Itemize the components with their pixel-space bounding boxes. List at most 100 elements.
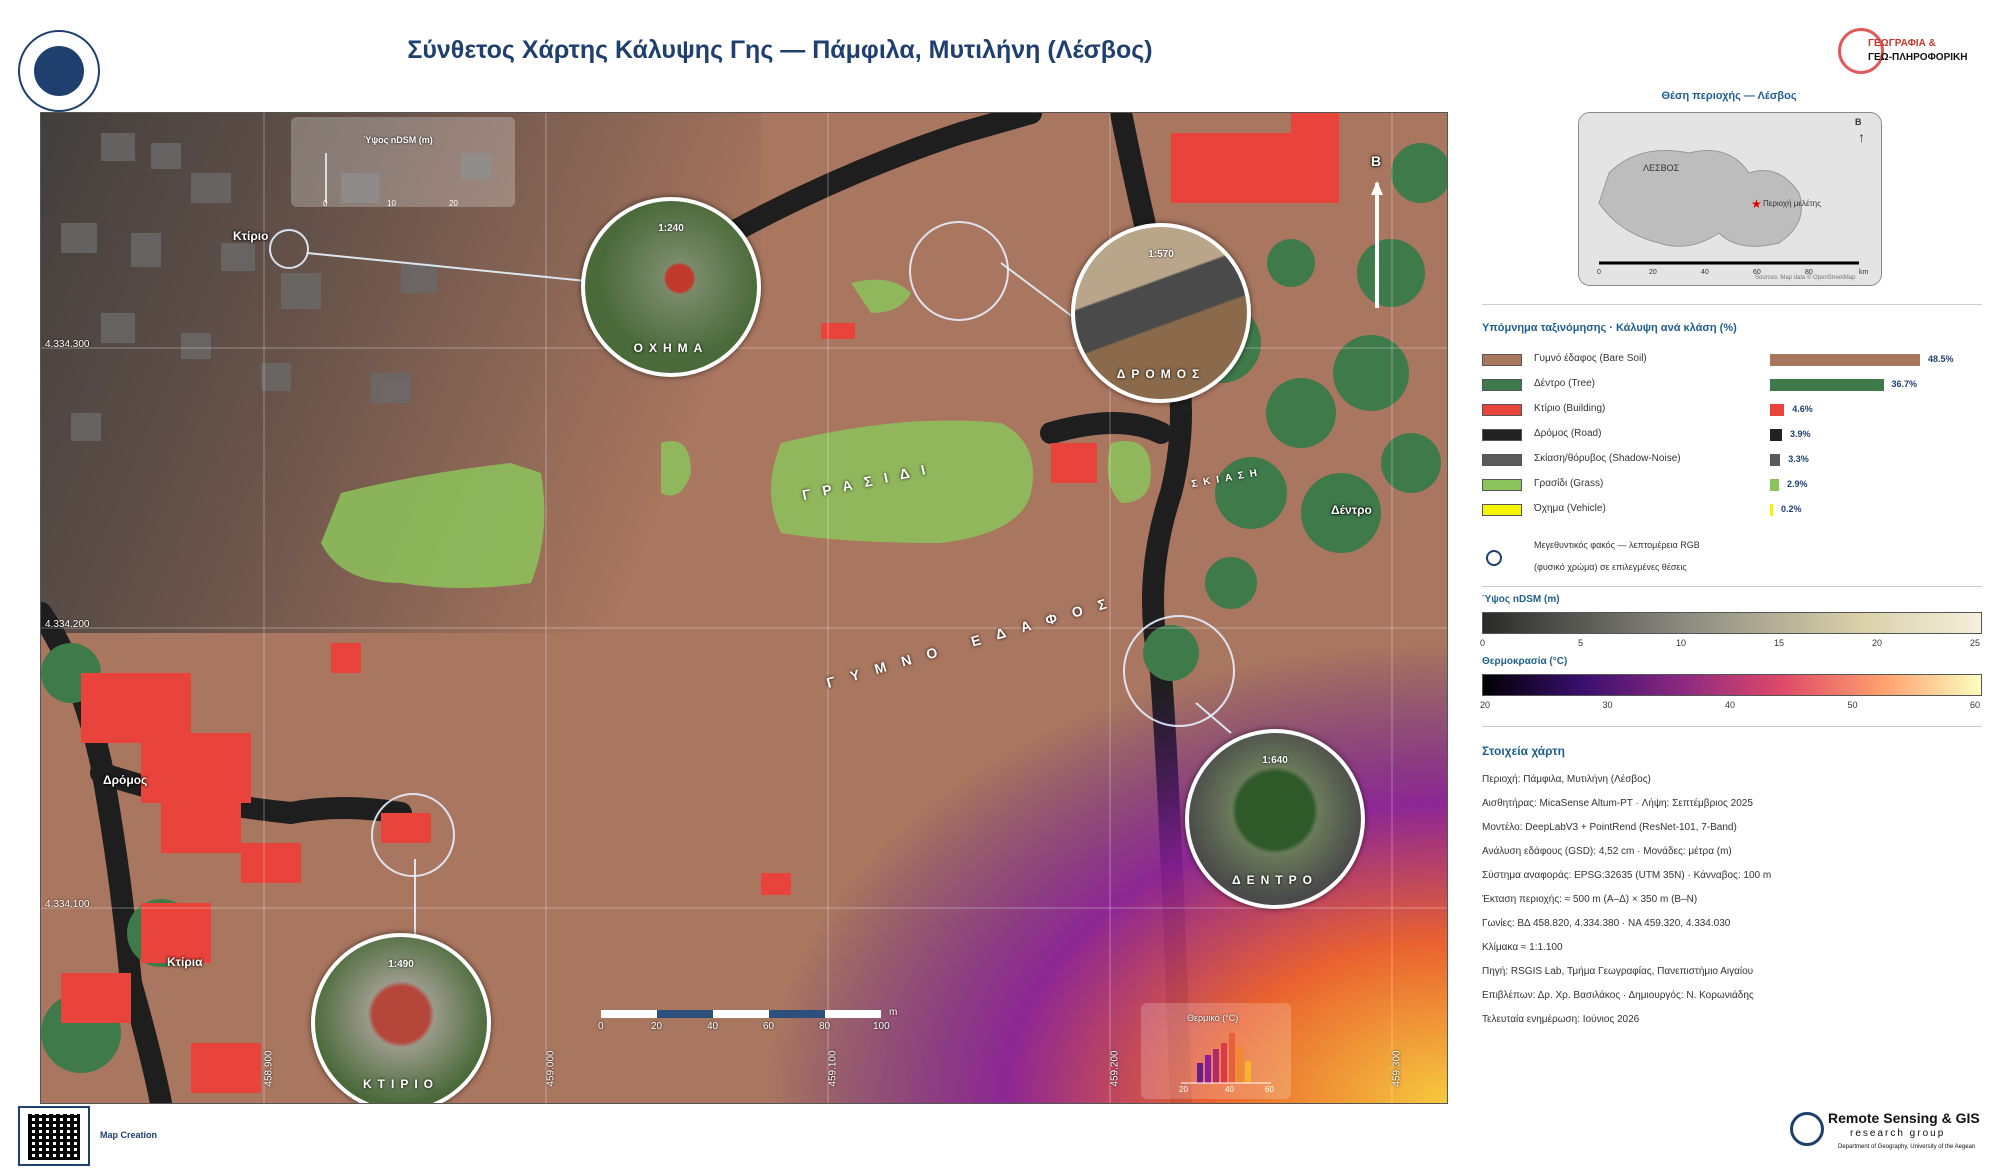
locator-north: Β — [1855, 117, 1862, 127]
coord-x: 458.900 — [263, 1050, 275, 1087]
details-title: Στοιχεία χάρτη — [1482, 744, 1565, 758]
legend-row: Γυμνό έδαφος (Bare Soil) 48.5% — [1482, 352, 1982, 368]
legend-swatch — [1482, 479, 1522, 491]
detail-line: Επιβλέπων: Δρ. Χρ. Βασιλάκος · Δημιουργό… — [1482, 990, 1754, 1001]
ndsm-inset-tick: 20 — [449, 199, 458, 208]
qr-code[interactable] — [18, 1106, 90, 1166]
rsgis-logo-line1: Remote Sensing & GIS — [1828, 1110, 1980, 1126]
lens-scale: 1:240 — [658, 223, 684, 234]
legend-bar — [1770, 479, 1779, 491]
ramp-tick: 20 — [1872, 638, 1883, 648]
ramp-tick: 30 — [1602, 700, 1613, 710]
main-map[interactable]: Ύψος nDSM (m) 0 10 20 Κτίριο Δρόμος Κτίρ… — [40, 112, 1448, 1104]
lens-caption: ΔΕΝΤΡΟ — [1232, 873, 1318, 887]
coord-x: 459.100 — [827, 1050, 839, 1087]
legend-swatch — [1482, 429, 1522, 441]
lens-caption: ΔΡΟΜΟΣ — [1116, 367, 1206, 381]
legend-class-name: Κτίριο (Building) — [1534, 403, 1606, 414]
lens-caption: ΚΤΙΡΙΟ — [362, 1077, 439, 1091]
locator-island-label: ΛΕΣΒΟΣ — [1643, 163, 1680, 173]
legend-bar — [1770, 354, 1920, 366]
logo-text-2: ΓΕΩ-ΠΛΗΡΟΦΟΡΙΚΗ — [1868, 52, 1968, 63]
detail-line: Μοντέλο: DeepLabV3 + PointRend (ResNet-1… — [1482, 822, 1737, 833]
locator-study-label: Περιοχή μελέτης — [1763, 199, 1821, 208]
legend-percent: 3.3% — [1788, 454, 1809, 464]
detail-line: Αισθητήρας: MicaSense Altum-PT · Λήψη: Σ… — [1482, 798, 1753, 809]
detail-line: Ανάλυση εδάφους (GSD): 4,52 cm · Μονάδες… — [1482, 846, 1732, 857]
thermal-histogram-tick: 40 — [1225, 1085, 1234, 1094]
locator-scale-tick: 20 — [1649, 269, 1657, 276]
thermal-histogram-tick: 20 — [1179, 1085, 1188, 1094]
legend-bar — [1770, 379, 1884, 391]
legend-class-name: Σκίαση/θόρυβος (Shadow-Noise) — [1534, 453, 1681, 464]
divider — [1482, 586, 1982, 587]
detail-line: Γωνίες: ΒΔ 458.820, 4.334.380 · ΝΑ 459.3… — [1482, 918, 1731, 929]
legend-percent: 48.5% — [1928, 354, 1954, 364]
legend-class-name: Δρόμος (Road) — [1534, 428, 1602, 439]
lens-vehicle[interactable]: 1:240 ΟΧΗΜΑ — [581, 197, 761, 377]
label-building: Κτίριο — [233, 229, 269, 243]
legend-percent: 2.9% — [1786, 479, 1808, 489]
legend-bar — [1770, 504, 1773, 516]
legend-bar — [1770, 429, 1783, 441]
detail-line: Πηγή: RSGIS Lab, Τμήμα Γεωγραφίας, Πανεπ… — [1482, 966, 1754, 977]
detail-line: Περιοχή: Πάμφιλα, Μυτιλήνη (Λέσβος) — [1482, 774, 1651, 785]
legend-row: Σκίαση/θόρυβος (Shadow-Noise) 3.3% — [1482, 452, 1982, 468]
locator-map-canvas — [1579, 113, 1881, 285]
lens-origin-ring — [269, 229, 309, 269]
geography-logo: ΓΕΩΓΡΑΦΙΑ & ΓΕΩ-ΠΛΗΡΟΦΟΡΙΚΗ — [1838, 28, 1990, 74]
ramp-tick: 0 — [1480, 638, 1486, 648]
legend-bar — [1770, 404, 1785, 416]
coord-y: 4.334.200 — [45, 619, 90, 630]
ramp-tick: 40 — [1725, 700, 1736, 710]
lens-scale: 1:640 — [1262, 755, 1288, 766]
ndsm-inset-tick: 0 — [323, 199, 328, 208]
ndsm-inset: Ύψος nDSM (m) 0 10 20 — [291, 117, 515, 208]
map-creation-label: Map Creation — [100, 1130, 158, 1140]
legend-percent: 36.7% — [1891, 379, 1918, 389]
temp-ramp-title: Θερμοκρασία (°C) — [1482, 656, 1568, 667]
legend-bar — [1770, 454, 1781, 466]
scalebar-unit: m — [889, 1007, 898, 1018]
legend-swatch — [1482, 504, 1522, 516]
lens-legend-icon — [1486, 550, 1502, 566]
locator-source: Sources: Map data © OpenStreetMap — [1755, 275, 1856, 281]
legend-row: Όχημα (Vehicle) 0.2% — [1482, 502, 1982, 518]
scalebar-tick: 60 — [763, 1021, 775, 1032]
page-title: Σύνθετος Χάρτης Κάλυψης Γης — Πάμφιλα, Μ… — [407, 36, 1153, 64]
lens-building[interactable]: 1:490 ΚΤΙΡΙΟ — [311, 933, 491, 1103]
ndsm-color-ramp — [1482, 612, 1982, 634]
detail-line: Τελευταία ενημέρωση: Ιούνιος 2026 — [1482, 1014, 1640, 1025]
ramp-tick: 20 — [1480, 700, 1491, 710]
scalebar-tick: 100 — [873, 1021, 890, 1032]
rsgis-logo-line2: research group — [1850, 1128, 1946, 1139]
legend-swatch — [1482, 379, 1522, 391]
legend-class-name: Γρασίδι (Grass) — [1534, 478, 1604, 489]
locator-map[interactable]: ΛΕΣΒΟΣ ★ Περιοχή μελέτης Β ↑ 0 20 40 60 … — [1578, 112, 1882, 286]
coord-x: 459.200 — [1109, 1050, 1121, 1087]
scalebar-tick: 80 — [819, 1021, 831, 1032]
legend-swatch — [1482, 354, 1522, 366]
locator-scale-tick: 0 — [1597, 269, 1601, 276]
label-buildings: Κτίρια — [167, 955, 203, 969]
lens-note-2: (φυσικό χρώμα) σε επιλεγμένες θέσεις — [1534, 562, 1687, 572]
lens-scale: 1:570 — [1148, 249, 1174, 260]
lens-origin-ring — [1123, 615, 1235, 727]
lens-road[interactable]: 1:570 ΔΡΟΜΟΣ — [1071, 223, 1251, 403]
lens-tree[interactable]: 1:640 ΔΕΝΤΡΟ — [1185, 729, 1365, 909]
legend-swatch — [1482, 454, 1522, 466]
legend-percent: 3.9% — [1790, 429, 1811, 439]
ramp-tick: 15 — [1774, 638, 1785, 648]
rsgis-logo-line3: Department of Geography, University of t… — [1838, 1144, 1976, 1150]
coord-y: 4.334.100 — [45, 899, 90, 910]
detail-line: Κλίμακα ≈ 1:1.100 — [1482, 942, 1563, 953]
label-tree: Δέντρο — [1331, 503, 1372, 517]
legend-percent: 0.2% — [1781, 504, 1802, 514]
thermal-histogram: Θερμικό (°C) 20 40 60 — [1141, 1003, 1291, 1099]
legend-row: Κτίριο (Building) 4.6% — [1482, 402, 1982, 418]
detail-line: Έκταση περιοχής: ≈ 500 m (Α–Δ) × 350 m (… — [1482, 894, 1698, 905]
legend-swatch — [1482, 404, 1522, 416]
scalebar-tick: 20 — [651, 1021, 663, 1032]
locator-title: Θέση περιοχής — Λέσβος — [1661, 90, 1797, 102]
thermal-histogram-tick: 60 — [1265, 1085, 1274, 1094]
